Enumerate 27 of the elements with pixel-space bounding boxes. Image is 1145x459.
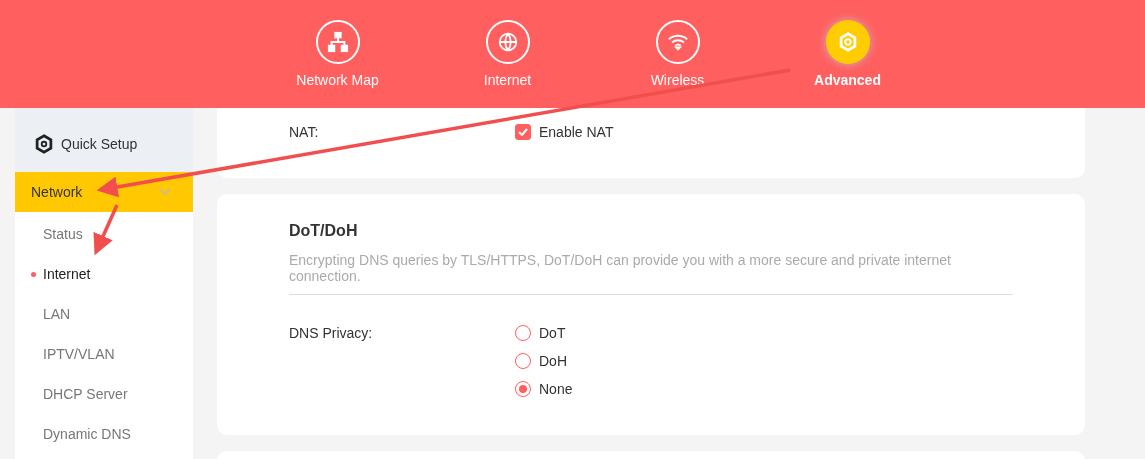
section-description: Encrypting DNS queries by TLS/HTTPS, DoT/DoH can provide you with a more secure and private internet connection. xyxy=(289,252,1013,295)
network-topology-icon xyxy=(326,31,349,53)
sidebar-item[interactable]: DHCP Server xyxy=(15,374,193,414)
check-icon xyxy=(518,128,528,136)
globe-icon xyxy=(496,31,519,53)
enable-nat-checkbox[interactable]: Enable NAT xyxy=(515,124,614,140)
section-title: DoT/DoH xyxy=(289,222,359,240)
sidebar-item[interactable]: Status xyxy=(15,214,193,254)
radio-option[interactable]: None xyxy=(515,381,573,397)
sidebar-item[interactable]: IPTV/VLAN xyxy=(15,334,193,374)
quick-setup-item[interactable]: Quick Setup xyxy=(15,108,193,172)
nav-tab[interactable]: Network Map xyxy=(282,0,393,108)
field-label: DNS Privacy: xyxy=(289,325,374,341)
radio-option[interactable]: DoT xyxy=(515,325,573,341)
sidebar-item[interactable]: Internet xyxy=(15,254,193,294)
sidebar-item[interactable]: LAN xyxy=(15,294,193,334)
chevron-icon xyxy=(159,188,171,196)
field-label: NAT: xyxy=(289,124,320,140)
sidebar-section[interactable]: Network xyxy=(15,172,193,212)
nav-tab[interactable]: Internet xyxy=(452,0,563,108)
nav-tab[interactable]: Advanced xyxy=(792,0,903,108)
nav-tab[interactable]: Wireless xyxy=(622,0,733,108)
arrow-annotation xyxy=(93,204,119,256)
sidebar-item[interactable]: Dynamic DNS xyxy=(15,414,193,454)
radio-option[interactable]: DoH xyxy=(515,353,573,369)
gear-icon xyxy=(33,133,55,155)
active-dot xyxy=(31,272,36,277)
